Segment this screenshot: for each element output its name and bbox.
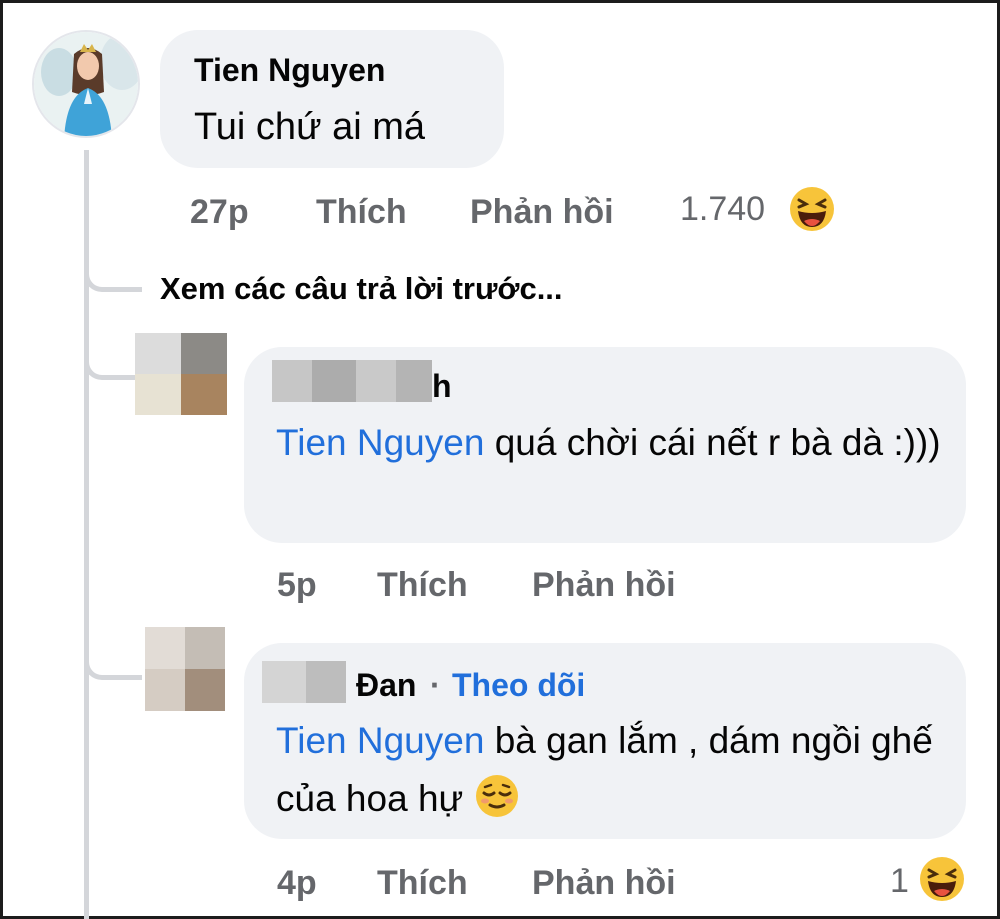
view-previous-replies-link[interactable]: Xem các câu trả lời trước...: [160, 271, 563, 307]
reply-message: quá chời cái nết r bà dà :))): [484, 422, 941, 463]
mention-tien-nguyen[interactable]: Tien Nguyen: [276, 422, 484, 463]
thread-connector-reply-2: [84, 640, 142, 680]
reply-button[interactable]: Phản hồi: [470, 193, 614, 232]
reply-button[interactable]: Phản hồi: [532, 566, 676, 605]
comment-time[interactable]: 27p: [190, 193, 249, 232]
comment-author[interactable]: Tien Nguyen: [194, 52, 385, 89]
reply-author-suffix[interactable]: Đan: [356, 667, 416, 704]
reply-time[interactable]: 5p: [277, 566, 317, 605]
reply-text: Tien Nguyen bà gan lắm , dám ngồi ghế củ…: [276, 712, 936, 828]
reaction-count[interactable]: 1: [890, 862, 909, 901]
reply-text: Tien Nguyen quá chời cái nết r bà dà :))…: [276, 414, 956, 472]
mention-tien-nguyen[interactable]: Tien Nguyen: [276, 720, 484, 761]
separator-dot: ·: [430, 667, 441, 703]
reply-button[interactable]: Phản hồi: [532, 864, 676, 903]
laughing-emoji-icon[interactable]: [788, 185, 836, 233]
like-button[interactable]: Thích: [316, 193, 407, 232]
like-button[interactable]: Thích: [377, 864, 468, 903]
thread-connector-reply-1: [84, 340, 142, 380]
avatar-tien-nguyen[interactable]: [32, 30, 140, 138]
reply-author-suffix[interactable]: h: [432, 368, 452, 405]
reply-time[interactable]: 4p: [277, 864, 317, 903]
reaction-count[interactable]: 1.740: [680, 190, 765, 229]
like-button[interactable]: Thích: [377, 566, 468, 605]
comment-text: Tui chứ ai má: [194, 106, 425, 148]
follow-button[interactable]: Theo dõi: [452, 667, 585, 704]
author-name-blurred: [262, 661, 346, 703]
thread-connector-previous: [84, 250, 142, 292]
profile-photo: [34, 32, 138, 136]
relieved-face-emoji-icon: [475, 775, 518, 817]
avatar-reply-2[interactable]: [145, 627, 225, 711]
laughing-emoji-icon[interactable]: [918, 855, 966, 903]
avatar-reply-1[interactable]: [135, 333, 227, 415]
author-name-blurred: [272, 360, 432, 402]
